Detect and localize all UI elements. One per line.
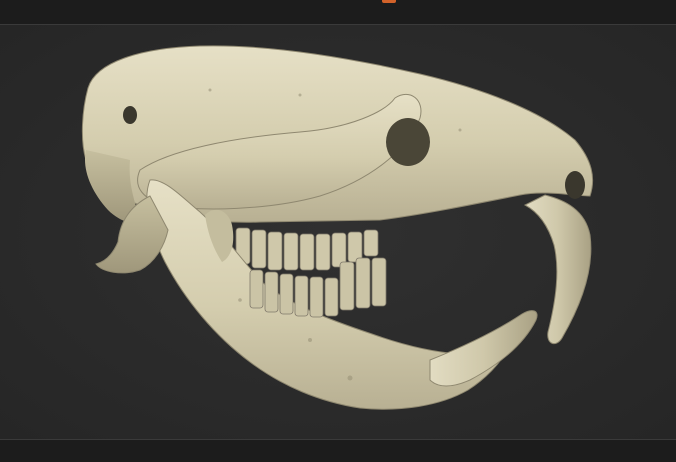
viewer-bottom-bar [0,439,676,462]
model-viewport[interactable] [0,25,676,439]
rear-opening [565,171,585,199]
foramen-upper [386,118,430,166]
viewer-top-bar [0,0,676,25]
active-tab-indicator[interactable] [382,0,396,3]
rodent-skull-3d-model [81,45,594,410]
nasal-opening [123,106,137,124]
